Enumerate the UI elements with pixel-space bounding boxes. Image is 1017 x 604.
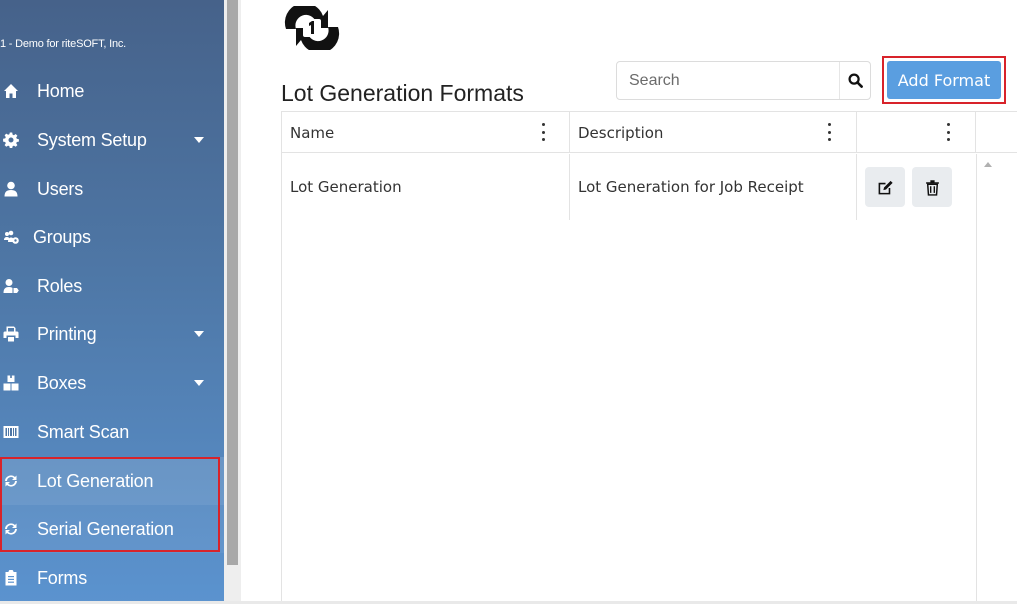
search-input[interactable]: [617, 62, 839, 99]
sidebar-item-boxes[interactable]: Boxes: [0, 359, 224, 407]
sidebar-item-label: Home: [37, 80, 85, 101]
cell-actions: [857, 154, 976, 220]
chevron-down-icon: [194, 331, 204, 337]
sidebar-item-label: Roles: [37, 275, 83, 296]
sidebar-item-label: Users: [37, 178, 84, 199]
search-box: [616, 61, 871, 100]
cell-name: Lot Generation: [282, 154, 570, 220]
sidebar-scrollbar[interactable]: [224, 0, 241, 604]
edit-icon: [878, 180, 893, 194]
sidebar-item-label: Serial Generation: [37, 518, 174, 539]
clipboard-icon: [0, 554, 22, 602]
sidebar-item-groups[interactable]: Groups: [0, 213, 224, 261]
add-format-button[interactable]: Add Format: [887, 61, 1001, 99]
barcode-icon: [0, 408, 22, 456]
user-tag-icon: [0, 262, 22, 310]
user-icon: [0, 165, 22, 213]
column-menu-icon[interactable]: [945, 123, 951, 141]
add-format-highlight: Add Format: [882, 56, 1006, 104]
sidebar-item-label: Smart Scan: [37, 421, 130, 442]
column-header-description[interactable]: Description: [570, 112, 857, 153]
printer-icon: [0, 310, 22, 358]
formats-grid: Name Description Lot Generation Lot Gene…: [281, 111, 1017, 604]
sidebar-item-home[interactable]: Home: [0, 67, 224, 115]
sidebar-item-label: Boxes: [37, 372, 87, 393]
company-name: 1 - Demo for riteSOFT, Inc.: [0, 38, 127, 50]
users-cog-icon: [0, 213, 22, 261]
main-content: Lot Generation Formats Add Format Name D…: [241, 0, 1017, 604]
gear-icon: [0, 116, 22, 164]
table-row[interactable]: Lot Generation Lot Generation for Job Re…: [282, 154, 976, 220]
sidebar-item-system-setup[interactable]: System Setup: [0, 116, 224, 164]
page-title: Lot Generation Formats: [281, 80, 524, 106]
sidebar-item-label: Lot Generation: [37, 470, 154, 491]
sync-icon: [0, 505, 22, 553]
sidebar-item-label: System Setup: [37, 129, 147, 150]
sidebar-item-serial-generation[interactable]: Serial Generation: [0, 505, 224, 553]
grid-scrollbar[interactable]: [976, 154, 997, 604]
grid-header: Name Description: [282, 112, 1017, 153]
column-header-name[interactable]: Name: [282, 112, 570, 153]
search-icon: [847, 73, 863, 88]
sync-icon: [0, 457, 22, 505]
chevron-down-icon: [194, 380, 204, 386]
cell-description: Lot Generation for Job Receipt: [570, 154, 857, 220]
sync-one-icon: [284, 6, 340, 50]
sidebar-item-users[interactable]: Users: [0, 165, 224, 213]
sidebar-item-lot-generation[interactable]: Lot Generation: [0, 457, 224, 505]
search-button[interactable]: [839, 62, 870, 99]
sidebar-item-label: Printing: [37, 323, 97, 344]
home-icon: [0, 67, 22, 115]
sidebar-item-label: Forms: [37, 567, 87, 588]
scroll-up-icon[interactable]: [984, 162, 992, 167]
sidebar-item-smart-scan[interactable]: Smart Scan: [0, 408, 224, 456]
edit-button[interactable]: [865, 167, 905, 207]
chevron-down-icon: [194, 137, 204, 143]
column-menu-icon[interactable]: [826, 123, 832, 141]
boxes-icon: [0, 359, 22, 407]
sidebar: 1 - Demo for riteSOFT, Inc. Home System …: [0, 0, 224, 604]
sidebar-item-label: Groups: [33, 226, 91, 247]
column-menu-icon[interactable]: [540, 123, 546, 141]
sidebar-item-printing[interactable]: Printing: [0, 310, 224, 358]
delete-button[interactable]: [912, 167, 952, 207]
sidebar-item-forms[interactable]: Forms: [0, 554, 224, 602]
scrollbar-thumb[interactable]: [227, 0, 238, 565]
column-header-actions[interactable]: [857, 112, 976, 153]
sidebar-item-roles[interactable]: Roles: [0, 262, 224, 310]
trash-icon: [925, 179, 939, 196]
